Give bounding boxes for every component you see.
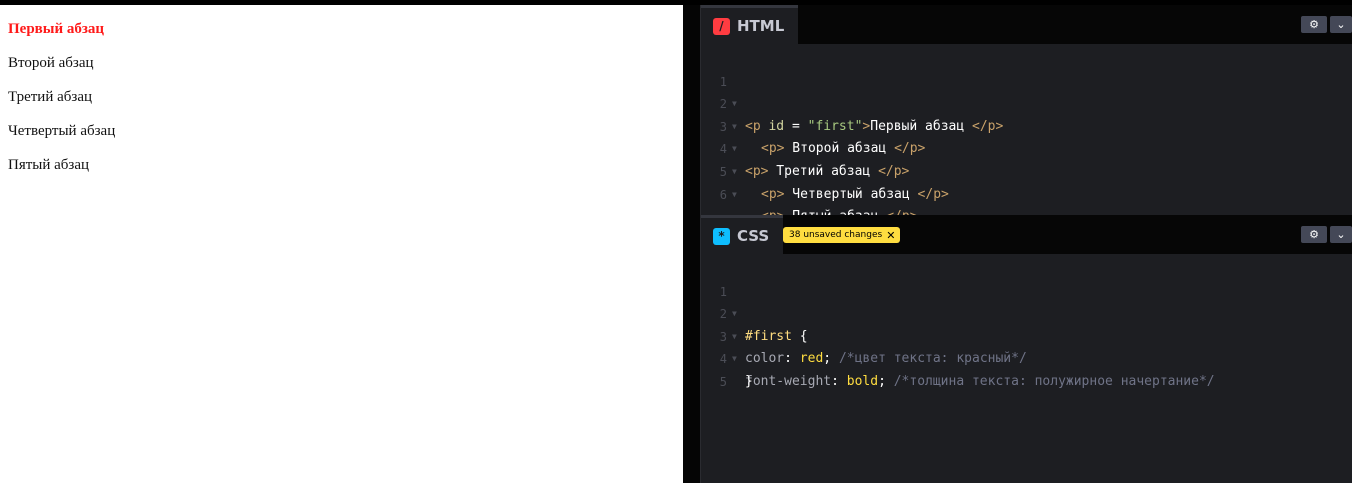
resize-handle[interactable] (683, 5, 701, 483)
html-editor-header: / HTML ⚙ ⌄ (701, 5, 1352, 44)
tab-css[interactable]: * CSS (701, 215, 784, 254)
code-line: 2 ▼ color: red; /*цвет текста: красный*/ (701, 281, 1352, 366)
code-line: 5 (701, 348, 1352, 389)
css-comment: /*толщина текста: полужирное начертание*… (893, 373, 1215, 389)
html-code-area[interactable]: 1 ▼ <p id = "first">Первый абзац </p> 2 … (701, 48, 1352, 225)
code-line: 3 ▼ <p> Третий абзац </p> (701, 93, 1352, 179)
tab-html-label: HTML (737, 17, 785, 35)
gear-icon: ⚙ (1309, 18, 1319, 31)
unsaved-changes-badge[interactable]: 38 unsaved changes ✕ (783, 227, 901, 243)
html-collapse-button[interactable]: ⌄ (1330, 16, 1352, 33)
paragraph-fourth: Четвертый абзац (8, 123, 116, 139)
html-settings-button[interactable]: ⚙ (1301, 16, 1327, 33)
chevron-down-icon: ⌄ (1336, 18, 1346, 31)
html-editor: / HTML ⚙ ⌄ 1 ▼ <p id = "first">Первый аб… (701, 5, 1352, 225)
code-line: 2 ▼ <p> Второй абзац </p> (701, 71, 1352, 156)
unsaved-changes-label: 38 unsaved changes (789, 230, 883, 240)
code-line: 3 ▼ font-weight: bold; /*толщина текста:… (701, 303, 1352, 389)
code-line: 1 ▼ #first { (701, 258, 1352, 344)
paragraph-first: Первый абзац (8, 21, 105, 37)
css-editor-controls: ⚙ ⌄ (1301, 226, 1352, 243)
paragraph-second: Второй абзац (8, 55, 94, 71)
code-line: 4 ▼ <p> Четвертый абзац </p> (701, 116, 1352, 201)
code-tag: <p> (761, 186, 785, 202)
css-value: bold (846, 373, 879, 389)
css-code-area[interactable]: 1 ▼ #first { 2 ▼ color: red; /*цвет текс… (701, 258, 1352, 389)
tab-html[interactable]: / HTML (701, 5, 799, 44)
code-line: 5 ▼ <p> Пятый абзац </p> (701, 138, 1352, 224)
html-editor-controls: ⚙ ⌄ (1301, 16, 1352, 33)
line-number: 6 (719, 187, 727, 202)
result-preview: Первый абзац Второй абзац Третий абзац Ч… (0, 5, 683, 483)
tab-css-label: CSS (737, 227, 770, 245)
css-editor-header: * CSS 38 unsaved changes ✕ ⚙ ⌄ (701, 215, 1352, 254)
line-number: 5 (719, 374, 727, 389)
paragraph-third: Третий абзац (8, 89, 93, 105)
css-property: font-weight (745, 373, 832, 389)
chevron-down-icon: ⌄ (1336, 228, 1346, 241)
asterisk-icon: * (713, 227, 730, 245)
code-text: Четвертый абзац (784, 186, 918, 202)
slash-icon: / (713, 17, 730, 35)
gear-icon: ⚙ (1309, 228, 1319, 241)
close-icon[interactable]: ✕ (886, 229, 895, 242)
css-editor: * CSS 38 unsaved changes ✕ ⚙ ⌄ 1 ▼ #firs… (701, 215, 1352, 483)
css-settings-button[interactable]: ⚙ (1301, 226, 1327, 243)
code-line: 1 ▼ <p id = "first">Первый абзац </p> (701, 48, 1352, 134)
css-collapse-button[interactable]: ⌄ (1330, 226, 1352, 243)
paragraph-fifth: Пятый абзац (8, 157, 90, 173)
code-line: 6 (701, 161, 1352, 202)
code-tag: </p> (917, 186, 949, 202)
code-line: 4 } (701, 326, 1352, 389)
